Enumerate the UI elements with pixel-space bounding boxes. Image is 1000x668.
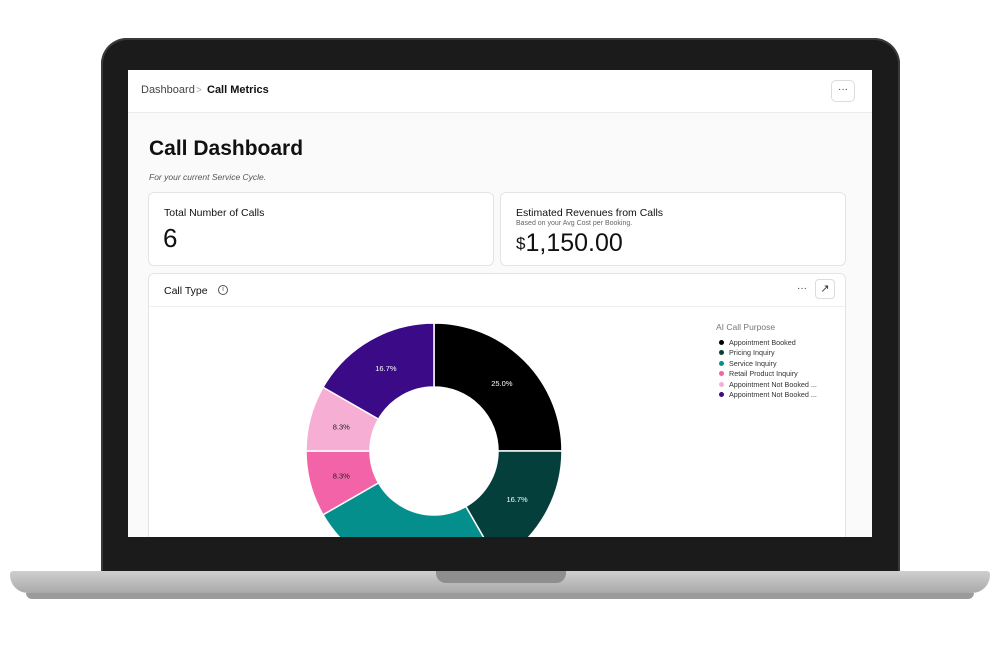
slice-label: 16.7% bbox=[375, 364, 397, 373]
call-type-title: Call Type bbox=[164, 285, 208, 297]
legend-title: AI Call Purpose bbox=[716, 322, 776, 332]
total-calls-label: Total Number of Calls bbox=[164, 207, 265, 219]
slice-label: 8.3% bbox=[333, 472, 350, 481]
revenue-amount: 1,150.00 bbox=[525, 229, 623, 257]
page-subtitle: For your current Service Cycle. bbox=[149, 172, 267, 182]
total-calls-card: Total Number of Calls 6 bbox=[148, 192, 494, 266]
legend-label: Appointment Not Booked ... bbox=[729, 390, 817, 400]
revenue-label: Estimated Revenues from Calls bbox=[516, 207, 664, 219]
legend-item[interactable]: Appointment Booked bbox=[716, 337, 817, 348]
breadcrumb-chevron-icon: > bbox=[196, 85, 202, 96]
revenue-card: Estimated Revenues from Calls Based on y… bbox=[500, 192, 846, 266]
chart-more-button[interactable]: ··· bbox=[797, 283, 807, 294]
legend-item[interactable]: Appointment Not Booked ... bbox=[716, 390, 817, 401]
legend-dot-icon bbox=[719, 392, 724, 398]
legend-label: Retail Product Inquiry bbox=[729, 369, 798, 379]
legend-dot-icon bbox=[719, 350, 724, 356]
expand-arrow-icon[interactable]: ↗ bbox=[815, 279, 835, 299]
laptop-notch bbox=[436, 571, 566, 583]
donut-slice[interactable] bbox=[464, 450, 563, 537]
call-type-header: Call Type i ··· ↗ bbox=[149, 274, 845, 307]
main-content: Call Dashboard For your current Service … bbox=[128, 113, 872, 537]
legend-item[interactable]: Service Inquiry bbox=[716, 358, 817, 369]
slice-label: 8.3% bbox=[333, 422, 350, 431]
legend-label: Service Inquiry bbox=[729, 358, 777, 368]
legend-items: Appointment Booked Pricing Inquiry Service… bbox=[716, 337, 817, 400]
legend-dot-icon bbox=[719, 381, 724, 387]
app-screen: Dashboard > Call Metrics ··· Call Dashbo… bbox=[128, 70, 872, 537]
legend-label: Pricing Inquiry bbox=[729, 348, 775, 358]
legend-item[interactable]: Appointment Not Booked ... bbox=[716, 379, 817, 390]
legend-dot-icon bbox=[719, 371, 724, 377]
legend-dot-icon bbox=[719, 339, 724, 345]
breadcrumb-dashboard[interactable]: Dashboard bbox=[141, 84, 195, 96]
breadcrumb-call-metrics: Call Metrics bbox=[207, 84, 269, 96]
legend-label: Appointment Booked bbox=[729, 337, 796, 347]
slice-label: 16.7% bbox=[506, 495, 528, 504]
more-options-button[interactable]: ··· bbox=[831, 80, 855, 102]
chart-legend: AI Call Purpose Appointment Booked Pricin… bbox=[716, 322, 817, 400]
page-title: Call Dashboard bbox=[149, 137, 304, 160]
slice-label: 25.0% bbox=[491, 379, 513, 388]
legend-label: Appointment Not Booked ... bbox=[729, 379, 817, 389]
call-type-donut-chart: 25.0%16.7%25.0%8.3%8.3%16.7% bbox=[305, 322, 563, 537]
revenue-sublabel: Based on your Avg Cost per Booking. bbox=[516, 220, 633, 227]
legend-item[interactable]: Pricing Inquiry bbox=[716, 348, 817, 359]
laptop-foot bbox=[26, 593, 974, 599]
call-type-card: Call Type i ··· ↗ 25.0%16.7%25.0%8.3%8.3… bbox=[148, 273, 846, 537]
top-bar: Dashboard > Call Metrics ··· bbox=[128, 70, 872, 113]
legend-dot-icon bbox=[719, 360, 724, 366]
legend-item[interactable]: Retail Product Inquiry bbox=[716, 369, 817, 380]
revenue-value: $1,150.00 bbox=[516, 229, 623, 258]
info-icon[interactable]: i bbox=[218, 285, 228, 295]
total-calls-value: 6 bbox=[163, 223, 178, 253]
